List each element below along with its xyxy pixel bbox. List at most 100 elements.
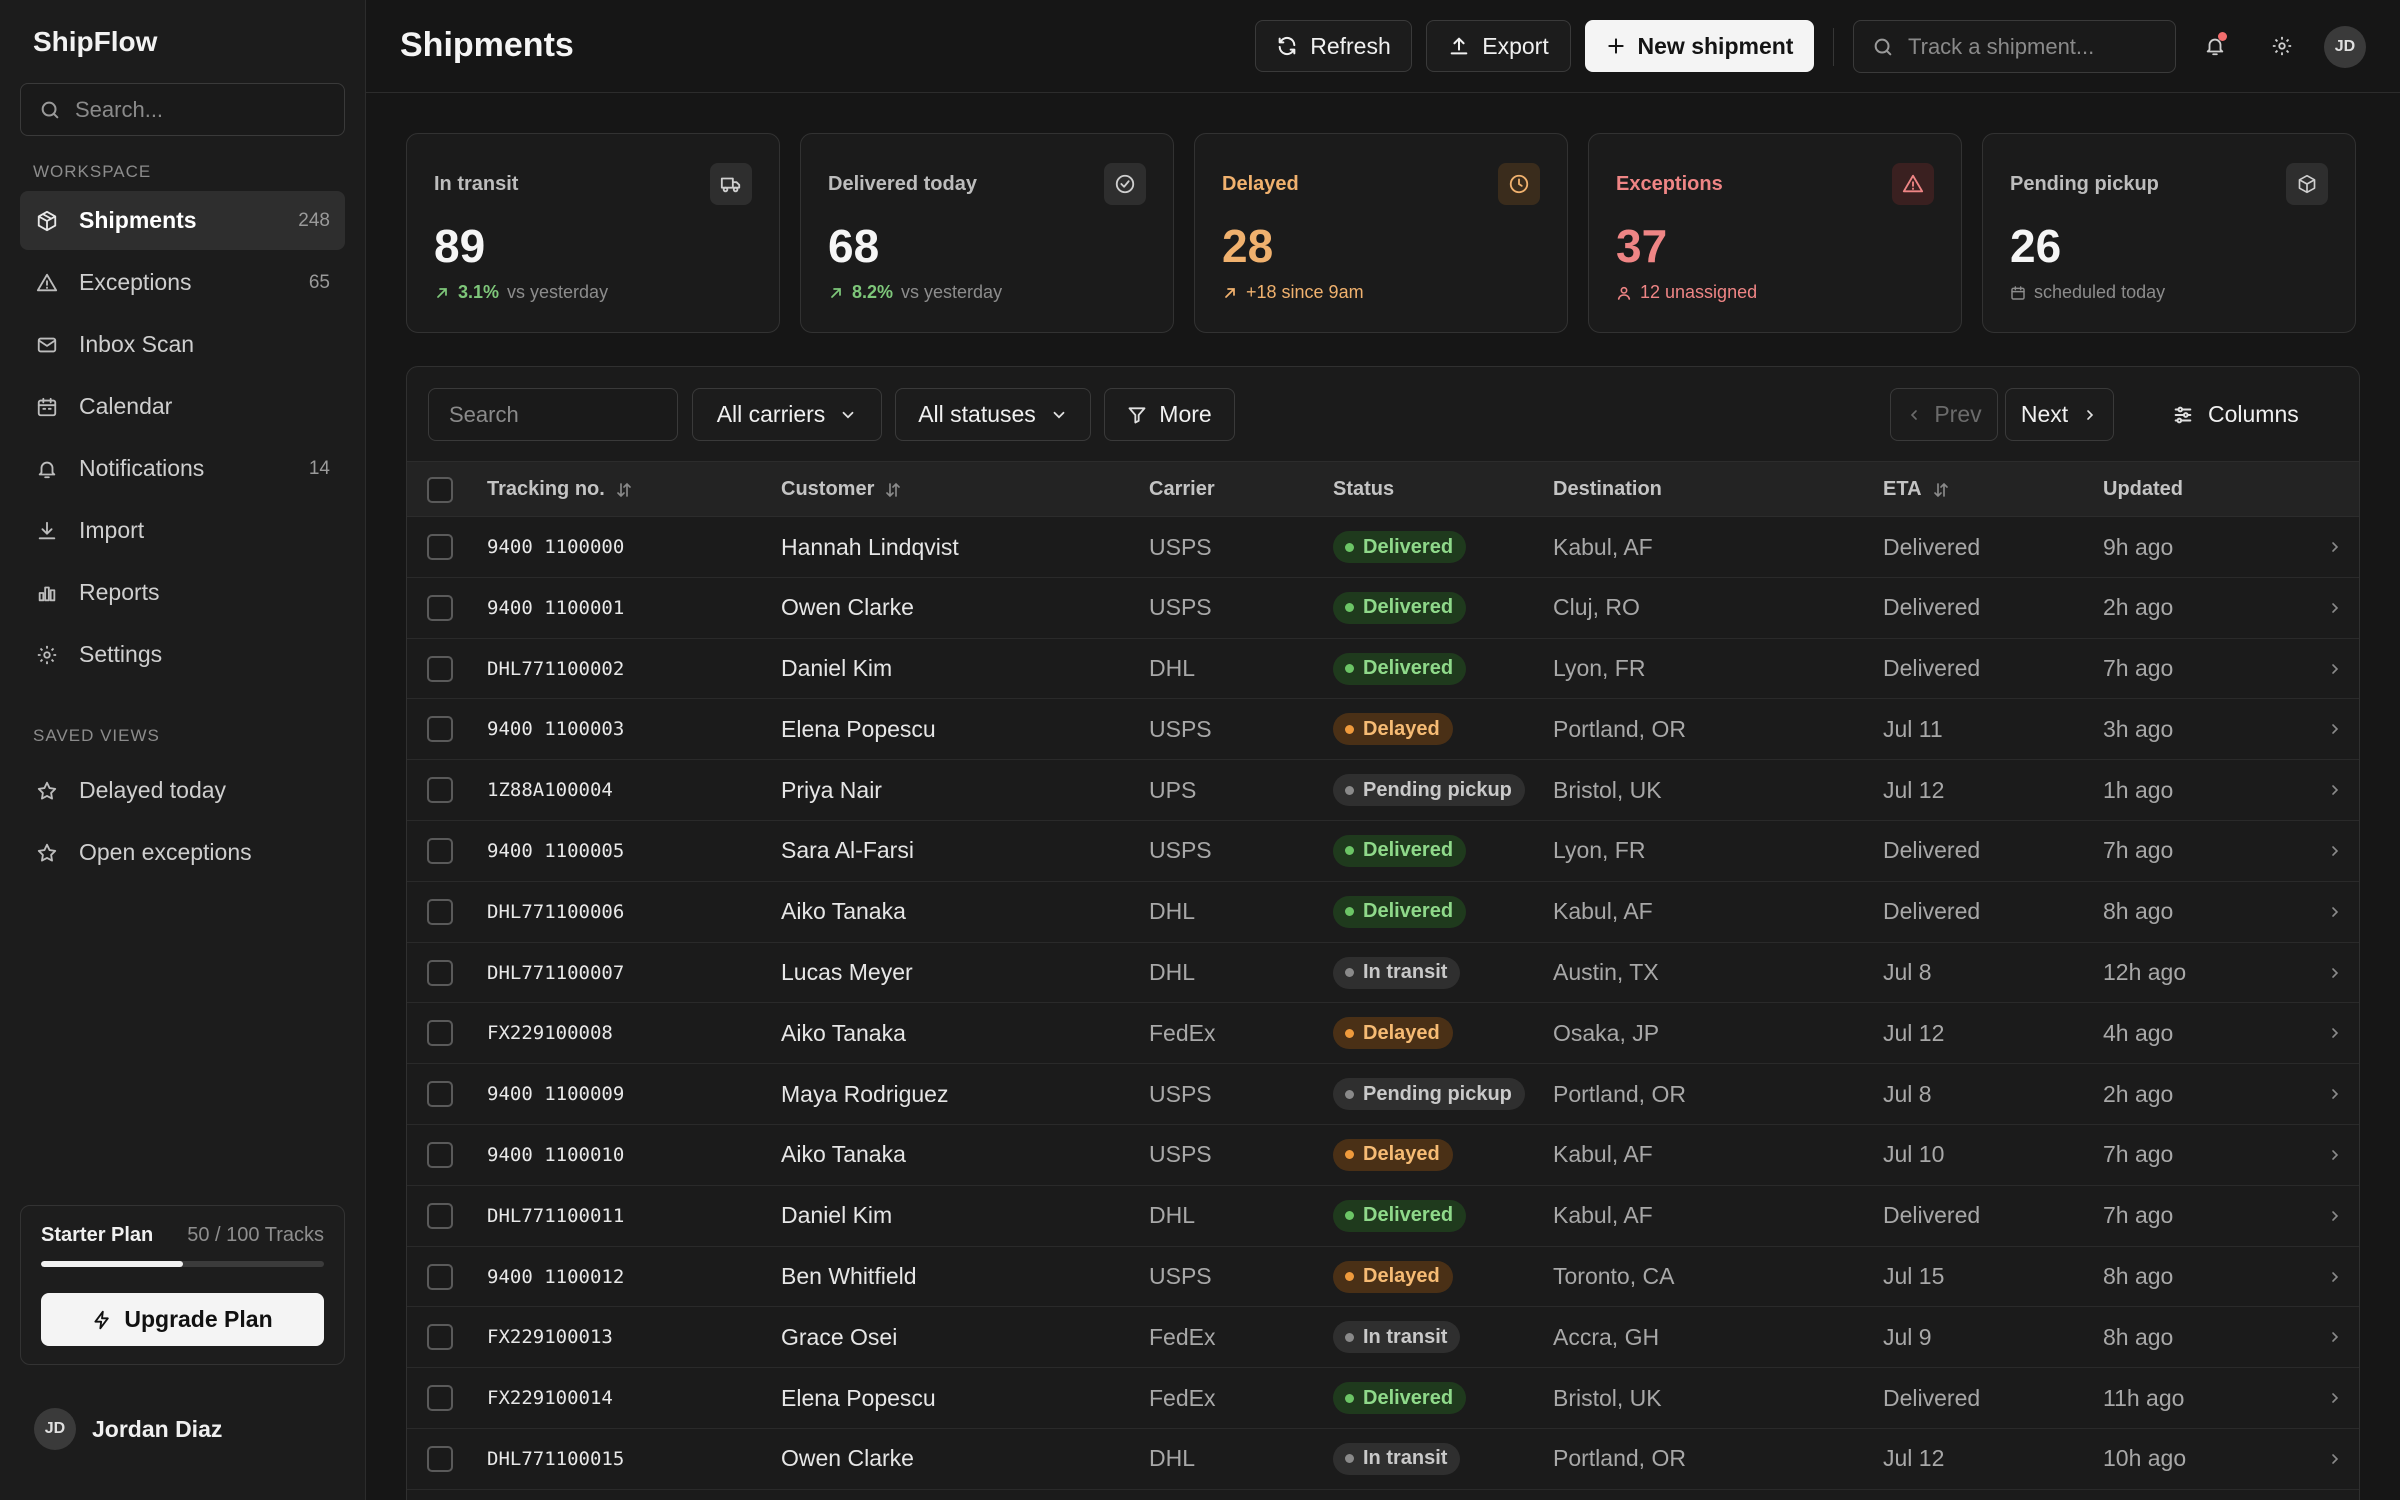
upgrade-plan-button[interactable]: Upgrade Plan bbox=[41, 1293, 324, 1346]
notifications-button[interactable] bbox=[2195, 26, 2235, 66]
tracking-number[interactable]: 9400 1100000 bbox=[487, 517, 624, 577]
carrier-filter-dropdown[interactable]: All carriers bbox=[692, 388, 882, 441]
row-checkbox[interactable] bbox=[427, 594, 453, 621]
row-checkbox-cell[interactable] bbox=[427, 821, 453, 881]
tracking-number[interactable]: FX229100008 bbox=[487, 1003, 613, 1063]
table-row[interactable]: DHL771100007 Lucas Meyer DHL In transit … bbox=[407, 943, 2359, 1004]
row-checkbox[interactable] bbox=[427, 534, 453, 560]
column-header-destination[interactable]: Destination bbox=[1553, 462, 1662, 517]
chevron-right-icon[interactable] bbox=[2327, 1003, 2343, 1063]
tracking-number[interactable]: 9400 1100001 bbox=[487, 578, 624, 638]
column-header-updated[interactable]: Updated bbox=[2103, 462, 2183, 517]
row-checkbox-cell[interactable] bbox=[427, 943, 453, 1003]
chevron-right-icon[interactable] bbox=[2327, 699, 2343, 759]
row-checkbox-cell[interactable] bbox=[427, 1064, 453, 1124]
row-checkbox[interactable] bbox=[427, 1445, 453, 1472]
status-filter-dropdown[interactable]: All statuses bbox=[895, 388, 1091, 441]
table-row[interactable]: 9400 1100010 Aiko Tanaka USPS Delayed Ka… bbox=[407, 1125, 2359, 1186]
column-header-status[interactable]: Status bbox=[1333, 462, 1394, 517]
row-checkbox-cell[interactable] bbox=[427, 517, 453, 577]
tracking-number[interactable]: 1Z88A100004 bbox=[487, 760, 613, 820]
refresh-button[interactable]: Refresh bbox=[1255, 20, 1412, 72]
sidebar-item-inbox-scan[interactable]: Inbox Scan bbox=[20, 315, 345, 374]
chevron-right-icon[interactable] bbox=[2327, 639, 2343, 699]
next-page-button[interactable]: Next bbox=[2005, 388, 2114, 441]
row-checkbox[interactable] bbox=[427, 1081, 453, 1108]
row-checkbox-cell[interactable] bbox=[427, 1307, 453, 1367]
user-profile[interactable]: JD Jordan Diaz bbox=[34, 1408, 222, 1450]
row-checkbox[interactable] bbox=[427, 655, 453, 682]
sidebar-item-exceptions[interactable]: Exceptions 65 bbox=[20, 253, 345, 312]
column-header-eta[interactable]: ETA bbox=[1883, 462, 1950, 517]
tracking-number[interactable]: FX229100014 bbox=[487, 1368, 613, 1428]
avatar[interactable]: JD bbox=[2324, 26, 2366, 68]
column-header-carrier[interactable]: Carrier bbox=[1149, 462, 1215, 517]
chevron-right-icon[interactable] bbox=[2327, 1186, 2343, 1246]
row-checkbox[interactable] bbox=[427, 777, 453, 804]
chevron-right-icon[interactable] bbox=[2327, 1429, 2343, 1489]
sidebar-item-calendar[interactable]: Calendar bbox=[20, 377, 345, 436]
chevron-right-icon[interactable] bbox=[2327, 517, 2343, 577]
row-checkbox[interactable] bbox=[427, 898, 453, 925]
table-row[interactable]: DHL771100011 Daniel Kim DHL Delivered Ka… bbox=[407, 1186, 2359, 1247]
track-shipment-input[interactable] bbox=[1908, 33, 2168, 60]
row-checkbox[interactable] bbox=[427, 1202, 453, 1229]
row-checkbox-cell[interactable] bbox=[427, 699, 453, 759]
select-all-checkbox-cell[interactable] bbox=[427, 462, 453, 517]
table-row[interactable]: 9400 1100003 Elena Popescu USPS Delayed … bbox=[407, 699, 2359, 761]
column-header-customer[interactable]: Customer bbox=[781, 462, 902, 517]
table-search[interactable] bbox=[428, 388, 678, 441]
row-checkbox-cell[interactable] bbox=[427, 1125, 453, 1185]
track-shipment-search[interactable] bbox=[1853, 20, 2176, 73]
more-filters-button[interactable]: More bbox=[1104, 388, 1235, 441]
tracking-number[interactable]: DHL771100002 bbox=[487, 639, 624, 699]
settings-button[interactable] bbox=[2262, 26, 2302, 66]
tracking-number[interactable]: 9400 1100009 bbox=[487, 1064, 624, 1124]
sidebar-search-input[interactable] bbox=[75, 96, 325, 123]
table-row[interactable]: 9400 1100009 Maya Rodriguez USPS Pending… bbox=[407, 1064, 2359, 1125]
chevron-right-icon[interactable] bbox=[2327, 882, 2343, 942]
tracking-number[interactable]: 9400 1100005 bbox=[487, 821, 624, 881]
row-checkbox[interactable] bbox=[427, 1141, 453, 1168]
saved-view-open-exceptions[interactable]: Open exceptions bbox=[20, 823, 345, 882]
select-all-checkbox[interactable] bbox=[427, 476, 453, 503]
chevron-right-icon[interactable] bbox=[2327, 821, 2343, 881]
columns-button[interactable]: Columns bbox=[2172, 388, 2299, 441]
table-row[interactable]: DHL771100002 Daniel Kim DHL Delivered Ly… bbox=[407, 639, 2359, 700]
tracking-number[interactable]: DHL771100015 bbox=[487, 1429, 624, 1489]
export-button[interactable]: Export bbox=[1426, 20, 1571, 72]
row-checkbox-cell[interactable] bbox=[427, 639, 453, 699]
table-row[interactable]: DHL771100006 Aiko Tanaka DHL Delivered K… bbox=[407, 882, 2359, 943]
tracking-number[interactable]: 9400 1100003 bbox=[487, 699, 624, 759]
table-row[interactable]: 9400 1100001 Owen Clarke USPS Delivered … bbox=[407, 578, 2359, 639]
row-checkbox[interactable] bbox=[427, 837, 453, 864]
row-checkbox-cell[interactable] bbox=[427, 1429, 453, 1489]
sidebar-item-import[interactable]: Import bbox=[20, 501, 345, 560]
chevron-right-icon[interactable] bbox=[2327, 1368, 2343, 1428]
table-row[interactable]: 1Z88A100004 Priya Nair UPS Pending picku… bbox=[407, 760, 2359, 821]
table-row[interactable]: DHL771100015 Owen Clarke DHL In transit … bbox=[407, 1429, 2359, 1490]
chevron-right-icon[interactable] bbox=[2327, 1125, 2343, 1185]
row-checkbox-cell[interactable] bbox=[427, 1368, 453, 1428]
tracking-number[interactable]: DHL771100006 bbox=[487, 882, 624, 942]
table-row[interactable]: 9400 1100005 Sara Al-Farsi USPS Delivere… bbox=[407, 821, 2359, 882]
tracking-number[interactable]: 9400 1100010 bbox=[487, 1125, 624, 1185]
sidebar-item-notifications[interactable]: Notifications 14 bbox=[20, 439, 345, 498]
prev-page-button[interactable]: Prev bbox=[1890, 388, 1998, 441]
row-checkbox[interactable] bbox=[427, 716, 453, 743]
sidebar-item-settings[interactable]: Settings bbox=[20, 625, 345, 684]
row-checkbox[interactable] bbox=[427, 959, 453, 986]
row-checkbox[interactable] bbox=[427, 1324, 453, 1351]
chevron-right-icon[interactable] bbox=[2327, 1064, 2343, 1124]
column-header-tracking[interactable]: Tracking no. bbox=[487, 462, 633, 517]
table-search-input[interactable] bbox=[449, 401, 659, 428]
chevron-right-icon[interactable] bbox=[2327, 1247, 2343, 1307]
row-checkbox[interactable] bbox=[427, 1020, 453, 1047]
row-checkbox[interactable] bbox=[427, 1385, 453, 1412]
tracking-number[interactable]: DHL771100007 bbox=[487, 943, 624, 1003]
saved-view-delayed-today[interactable]: Delayed today bbox=[20, 761, 345, 820]
chevron-right-icon[interactable] bbox=[2327, 578, 2343, 638]
table-row[interactable]: 9400 1100012 Ben Whitfield USPS Delayed … bbox=[407, 1247, 2359, 1308]
chevron-right-icon[interactable] bbox=[2327, 943, 2343, 1003]
tracking-number[interactable]: 9400 1100012 bbox=[487, 1247, 624, 1307]
